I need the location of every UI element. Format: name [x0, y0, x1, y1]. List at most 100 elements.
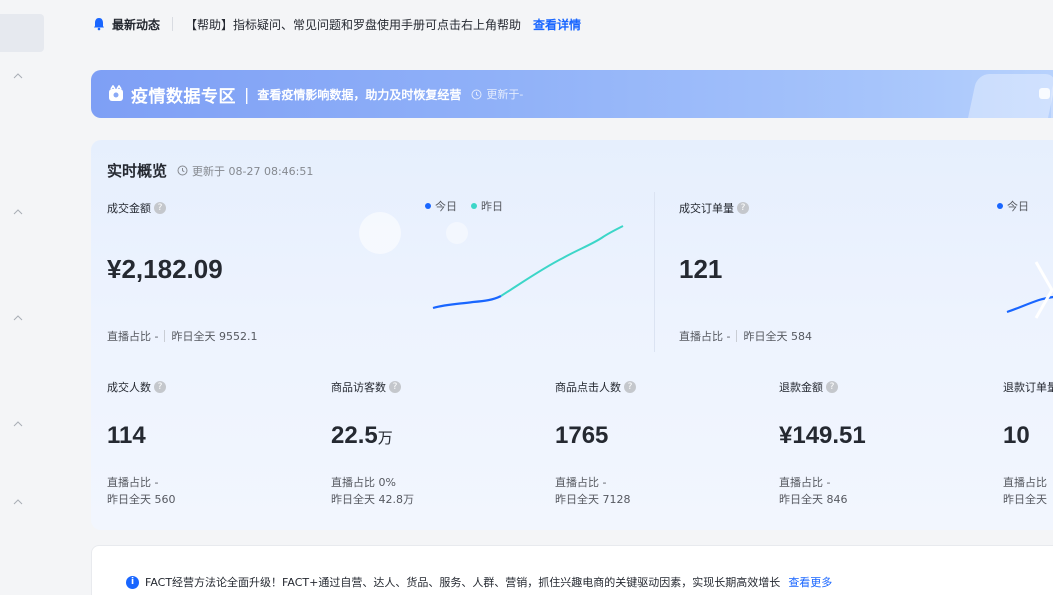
gmv-label-text: 成交金额: [107, 202, 151, 215]
metric-live-ratio: 直播占比 -: [779, 476, 831, 489]
legend-dot: [425, 203, 431, 209]
metric-yesterday-total: 昨日全天 560: [107, 493, 176, 506]
metric-live-ratio: 直播占比 -: [555, 476, 607, 489]
gmv-yesterday-total: 昨日全天 9552.1: [171, 330, 258, 343]
orders-legend: 今日: [997, 198, 1043, 214]
metric-value-number: 1765: [555, 422, 609, 449]
metric-yesterday-total: 昨日全天: [1003, 493, 1047, 506]
metric-yesterday-total: 昨日全天 846: [779, 493, 848, 506]
legend-today-label: 今日: [1007, 200, 1029, 213]
orders-label: 成交订单量 ?: [679, 200, 749, 216]
metric-label-text: 商品访客数: [331, 381, 386, 394]
background-bubble: [359, 212, 401, 254]
metric-value-number: ¥149.51: [779, 422, 866, 449]
tip-line: i FACT经营方法论全面升级！FACT+通过自营、达人、货品、服务、人群、营销…: [126, 574, 832, 590]
metric-value-number: 114: [107, 422, 146, 449]
metric-yesterday-total: 昨日全天 42.8万: [331, 493, 414, 506]
orders-subline: 直播占比 - 昨日全天 584: [679, 328, 812, 344]
metric-sub: 直播占比 - 昨日全天 560: [107, 474, 176, 508]
legend-dot: [997, 203, 1003, 209]
bell-icon: [92, 17, 106, 31]
metric-label-text: 商品点击人数: [555, 381, 621, 394]
metric-value: 10: [1003, 422, 1030, 450]
legend-today: 今日: [425, 198, 457, 214]
gmv-legend: 今日 昨日: [425, 198, 517, 214]
metric-label: 退款订单量: [1003, 379, 1053, 395]
metric-label: 商品访客数?: [331, 379, 401, 395]
gmv-value: ¥2,182.09: [107, 254, 223, 284]
help-icon[interactable]: ?: [154, 202, 166, 214]
gmv-subline: 直播占比 - 昨日全天 9552.1: [107, 328, 257, 344]
notice-title: 最新动态: [112, 17, 161, 32]
realtime-update-text: 更新于 08-27 08:46:51: [192, 164, 314, 178]
legend-yesterday: 昨日: [471, 198, 503, 214]
gmv-sparkline: [432, 225, 624, 310]
legend-dot: [471, 203, 477, 209]
divider: [736, 330, 738, 342]
chevron-up-icon[interactable]: [12, 418, 24, 430]
metric-label: 成交人数?: [107, 379, 166, 395]
banner-separator: |: [244, 84, 250, 104]
notice-message: 【帮助】指标疑问、常见问题和罗盘使用手册可点击右上角帮助: [185, 17, 522, 32]
metric-label-text: 退款订单量: [1003, 381, 1053, 394]
realtime-title: 实时概览: [107, 162, 168, 180]
epidemic-banner[interactable]: 疫情数据专区 | 查看疫情影响数据，助力及时恢复经营 更新于-: [91, 70, 1053, 118]
help-icon[interactable]: ?: [624, 381, 636, 393]
metric-label: 商品点击人数?: [555, 379, 636, 395]
metric-yesterday-total: 昨日全天 7128: [555, 493, 631, 506]
clock-icon: [177, 165, 188, 176]
metric-sub: 直播占比 昨日全天: [1003, 474, 1047, 508]
realtime-update: 更新于 08-27 08:46:51: [177, 163, 313, 179]
metric-live-ratio: 直播占比 0%: [331, 476, 396, 489]
divider: [164, 330, 166, 342]
sidebar-active-item[interactable]: [0, 14, 44, 52]
orders-yesterday-total: 昨日全天 584: [743, 330, 812, 343]
metric-label-text: 退款金额: [779, 381, 823, 394]
metric-live-ratio: 直播占比: [1003, 476, 1047, 489]
tip-message: FACT经营方法论全面升级！FACT+通过自营、达人、货品、服务、人群、营销，抓…: [145, 576, 781, 589]
metric-value-number: 10: [1003, 422, 1030, 449]
orders-live-ratio: 直播占比 -: [679, 330, 731, 343]
metric-label-text: 成交人数: [107, 381, 151, 394]
chevron-up-icon[interactable]: [12, 312, 24, 324]
metric-live-ratio: 直播占比 -: [107, 476, 159, 489]
chevron-right-icon[interactable]: [1032, 258, 1053, 322]
banner-right-icon[interactable]: [1039, 88, 1050, 99]
metric-sub: 直播占比 - 昨日全天 846: [779, 474, 848, 508]
chevron-up-icon[interactable]: [12, 496, 24, 508]
metric-label: 退款金额?: [779, 379, 838, 395]
orders-value: 121: [679, 254, 723, 284]
metric-value: 1765: [555, 422, 608, 450]
metric-value: 22.5万: [331, 422, 393, 450]
metric-value-number: 22.5: [331, 422, 378, 449]
banner-update: 更新于-: [471, 86, 523, 102]
gmv-live-ratio: 直播占比 -: [107, 330, 159, 343]
card-divider: [654, 192, 655, 352]
banner-description: 查看疫情影响数据，助力及时恢复经营: [257, 87, 462, 102]
metric-value: 114: [107, 422, 146, 450]
legend-today: 今日: [997, 198, 1029, 214]
tip-more-link[interactable]: 查看更多: [788, 574, 832, 590]
metric-sub: 直播占比 - 昨日全天 7128: [555, 474, 631, 508]
badge-icon: [107, 84, 125, 103]
sidebar: [0, 0, 46, 595]
gmv-label: 成交金额 ?: [107, 200, 166, 216]
help-icon[interactable]: ?: [737, 202, 749, 214]
notice-divider: [172, 17, 174, 31]
orders-label-text: 成交订单量: [679, 202, 734, 215]
metric-value: ¥149.51: [779, 422, 866, 450]
metric-sub: 直播占比 0% 昨日全天 42.8万: [331, 474, 414, 508]
info-icon: i: [126, 575, 139, 589]
chevron-up-icon[interactable]: [12, 70, 24, 82]
chevron-up-icon[interactable]: [12, 206, 24, 218]
help-icon[interactable]: ?: [389, 381, 401, 393]
help-icon[interactable]: ?: [154, 381, 166, 393]
notice-details-link[interactable]: 查看详情: [533, 16, 581, 33]
banner-update-text: 更新于-: [486, 88, 524, 101]
help-icon[interactable]: ?: [826, 381, 838, 393]
notice-bar: 最新动态 【帮助】指标疑问、常见问题和罗盘使用手册可点击右上角帮助 查看详情: [92, 14, 581, 34]
banner-title: 疫情数据专区: [131, 86, 236, 107]
metric-unit: 万: [377, 430, 393, 447]
today-line: [432, 295, 502, 310]
clock-icon: [471, 89, 482, 99]
